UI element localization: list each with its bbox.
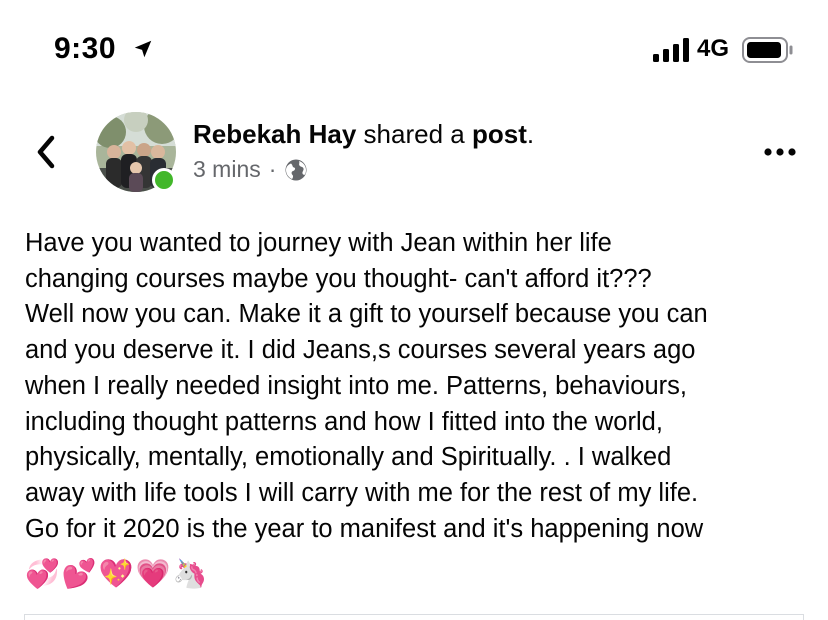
post-action-text: shared a	[363, 119, 465, 149]
network-type: 4G	[697, 35, 730, 62]
cellular-signal-icon	[653, 38, 689, 62]
more-horizontal-icon[interactable]	[760, 140, 800, 164]
battery-icon	[742, 37, 793, 63]
location-arrow-icon	[134, 40, 152, 58]
online-status-indicator	[152, 168, 176, 192]
post-action-suffix: .	[526, 119, 535, 149]
post-emojis: 💞💕💖💗🦄	[25, 557, 210, 590]
post-author-line: Rebekah Hay shared a post.	[193, 119, 534, 150]
status-bar: 9:30 4G	[0, 0, 828, 100]
shared-post-card[interactable]	[24, 614, 804, 620]
meta-separator: ·	[268, 156, 277, 182]
author-name[interactable]: Rebekah Hay	[193, 119, 356, 149]
post-meta: 3 mins ·	[193, 156, 308, 183]
shared-post-link[interactable]: post	[472, 119, 527, 149]
post-text: Have you wanted to journey with Jean wit…	[25, 229, 708, 543]
status-time: 9:30	[54, 32, 117, 65]
globe-icon	[285, 159, 307, 180]
post-timestamp[interactable]: 3 mins	[193, 156, 261, 183]
chevron-left-icon[interactable]	[30, 130, 64, 174]
